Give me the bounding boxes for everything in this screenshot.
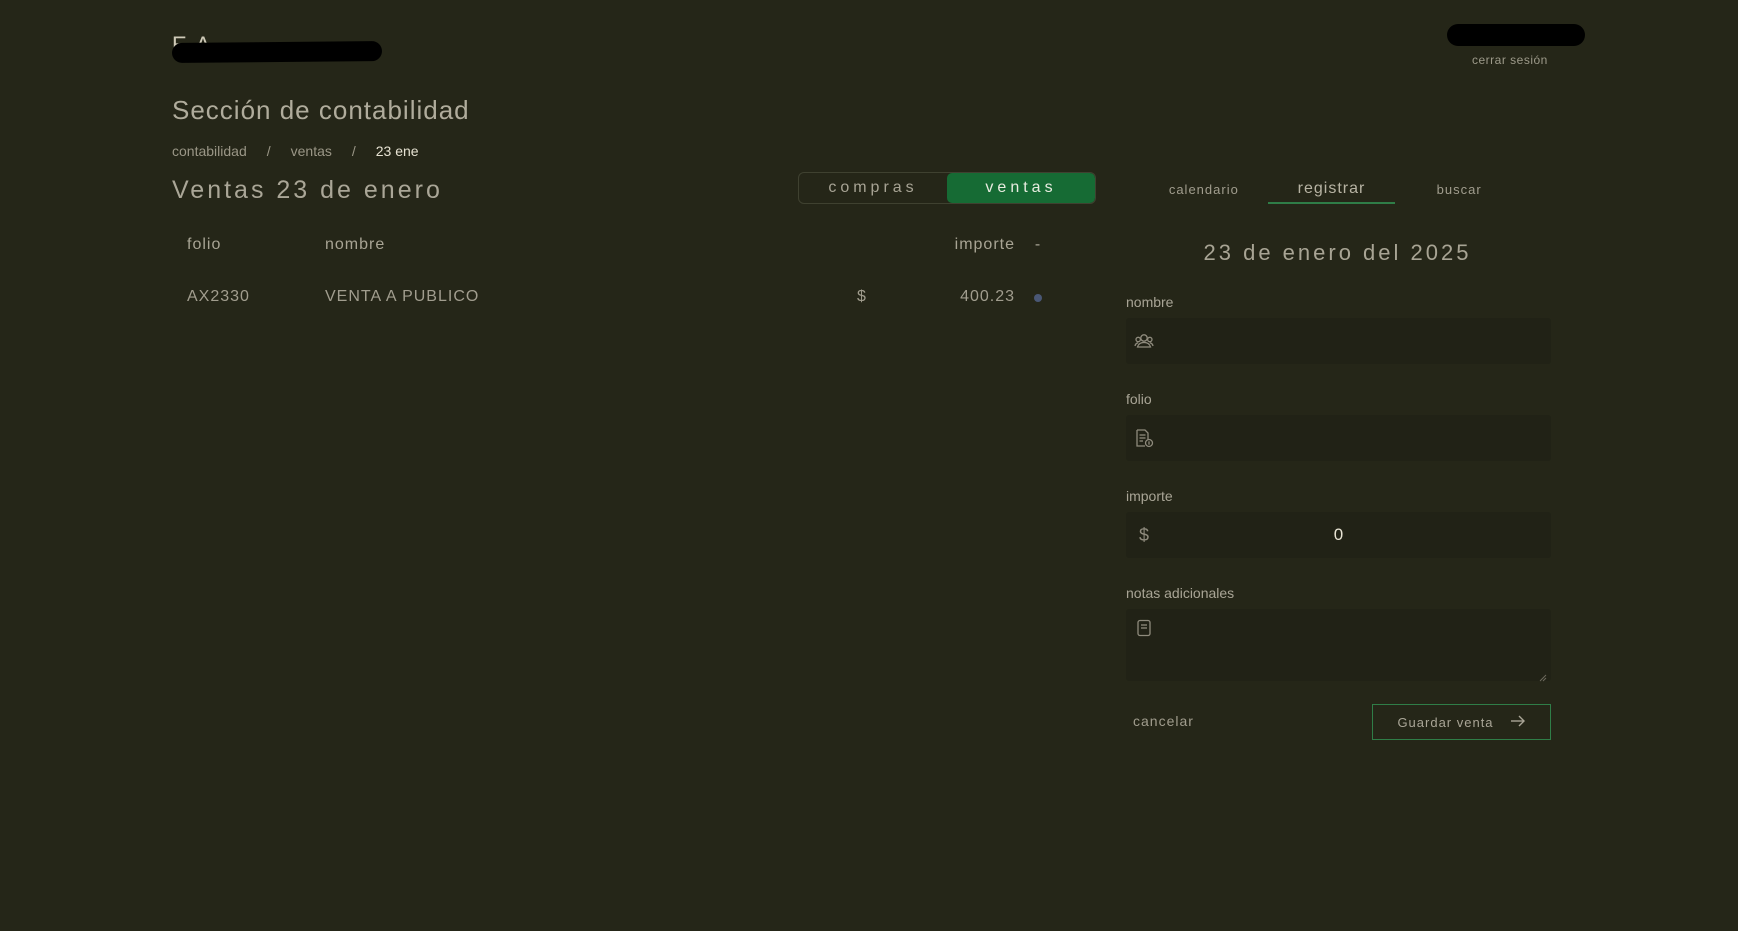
brand-redaction	[171, 41, 383, 63]
logout-link[interactable]: cerrar sesión	[1472, 53, 1548, 67]
page-title: Ventas 23 de enero	[172, 176, 443, 204]
user-name-redacted	[1447, 24, 1585, 46]
save-sale-button[interactable]: Guardar venta	[1372, 704, 1551, 740]
column-header-actions: -	[1034, 236, 1042, 253]
brand-logo: E A	[171, 32, 383, 63]
table-row[interactable]: AX2330 VENTA A PUBLICO $ 400.23	[172, 284, 1052, 340]
breadcrumb-current: 23 ene	[375, 143, 419, 159]
cell-importe: 400.23	[960, 288, 1015, 305]
column-header-nombre: nombre	[325, 236, 386, 253]
notas-label: notas adicionales	[1126, 585, 1235, 601]
tab-calendario[interactable]: calendario	[1140, 176, 1268, 204]
nombre-label: nombre	[1126, 294, 1174, 310]
view-tabs: calendario registrar buscar	[1140, 176, 1523, 204]
breadcrumb-separator: /	[351, 143, 356, 159]
row-action	[1028, 288, 1048, 307]
folio-label: folio	[1126, 391, 1152, 407]
breadcrumb-contabilidad[interactable]: contabilidad	[172, 143, 247, 159]
breadcrumb-separator: /	[266, 143, 271, 159]
nombre-field[interactable]	[1126, 318, 1551, 364]
breadcrumb: contabilidad / ventas / 23 ene	[172, 143, 419, 159]
resize-handle-icon[interactable]	[1539, 669, 1547, 682]
document-icon	[1126, 428, 1162, 448]
cell-nombre: VENTA A PUBLICO	[325, 288, 480, 305]
toggle-ventas[interactable]: ventas	[947, 173, 1095, 203]
form-date-heading: 23 de enero del 2025	[1203, 240, 1472, 265]
column-header-folio: folio	[187, 236, 222, 253]
section-title: Sección de contabilidad	[172, 95, 470, 125]
breadcrumb-ventas[interactable]: ventas	[291, 143, 332, 159]
column-header-importe: importe	[954, 236, 1015, 253]
tab-registrar[interactable]: registrar	[1267, 176, 1396, 204]
users-icon	[1126, 332, 1162, 350]
sales-table: folio nombre importe - AX2330 VENTA A PU…	[172, 232, 1052, 340]
importe-label: importe	[1126, 488, 1173, 504]
table-header-row: folio nombre importe -	[172, 232, 1052, 262]
toggle-compras[interactable]: compras	[799, 173, 947, 203]
note-icon	[1136, 619, 1152, 642]
folio-field[interactable]	[1126, 415, 1551, 461]
importe-field[interactable]: $ 0	[1126, 512, 1551, 558]
type-toggle: compras ventas	[798, 172, 1096, 204]
status-dot-icon[interactable]	[1034, 294, 1042, 302]
dollar-icon: $	[1138, 524, 1149, 545]
cell-folio: AX2330	[187, 288, 250, 305]
cell-currency: $	[857, 288, 867, 305]
save-button-label: Guardar venta	[1397, 714, 1494, 730]
notas-textarea[interactable]	[1126, 609, 1551, 682]
cancel-button[interactable]: cancelar	[1133, 713, 1194, 729]
importe-input[interactable]: 0	[1162, 525, 1515, 545]
tab-buscar[interactable]: buscar	[1395, 176, 1523, 204]
arrow-right-icon	[1510, 715, 1526, 730]
